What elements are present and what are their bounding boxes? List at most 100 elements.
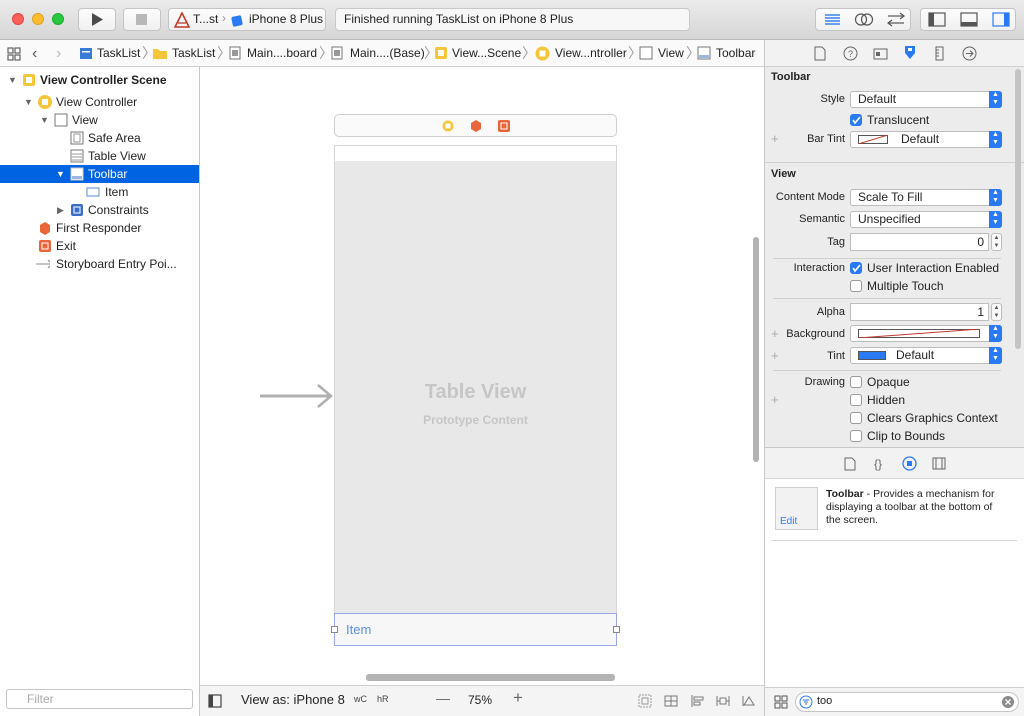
media-library-icon[interactable] — [932, 457, 946, 470]
disclosure-open-icon[interactable]: ▼ — [24, 93, 33, 111]
file-template-library-icon[interactable] — [843, 457, 857, 471]
multiple-touch-checkbox[interactable] — [850, 280, 862, 292]
library-item-description: Toolbar - Provides a mechanism for displ… — [826, 488, 995, 526]
toolbar-item[interactable]: Item — [346, 622, 371, 637]
exit-icon[interactable] — [498, 120, 510, 132]
outline-toggle-icon[interactable] — [208, 694, 222, 708]
storyboard-canvas[interactable]: Table View Prototype Content Item — [200, 67, 764, 685]
outline-item-first-responder[interactable]: First Responder — [0, 219, 199, 237]
add-constraints-icon[interactable] — [716, 694, 730, 708]
outline-filter-input[interactable]: Filter — [6, 689, 193, 709]
entry-point-arrow-icon[interactable] — [258, 383, 334, 409]
interaction-label: Interaction — [793, 262, 845, 274]
table-view[interactable]: Table View Prototype Content — [335, 161, 616, 613]
back-button[interactable]: ‹ — [32, 40, 37, 67]
outline-scene-row[interactable]: ▼ View Controller Scene — [0, 71, 199, 89]
stop-button[interactable] — [123, 8, 161, 31]
embed-in-icon[interactable] — [638, 694, 652, 708]
view-controller-frame[interactable]: Table View Prototype Content Item — [331, 145, 620, 646]
disclosure-open-icon[interactable]: ▼ — [8, 71, 17, 89]
color-swatch-icon — [858, 329, 980, 338]
drawing-label: Drawing — [804, 376, 845, 388]
library-search-field[interactable]: too — [795, 692, 1019, 712]
size-inspector-icon[interactable] — [933, 46, 947, 61]
first-responder-icon[interactable] — [470, 120, 482, 132]
clears-graphics-checkbox[interactable] — [850, 412, 862, 424]
tint-popup[interactable]: Default ▲ ▼ — [850, 347, 1002, 364]
alpha-field[interactable]: 1 — [850, 303, 989, 321]
user-interaction-checkbox[interactable] — [850, 262, 862, 274]
zoom-out-button[interactable]: — — [436, 690, 450, 706]
bar-tint-popup[interactable]: Default ▲ ▼ — [850, 131, 1002, 148]
outline-item-constraints[interactable]: ▶ Constraints — [0, 201, 199, 219]
resolve-issues-icon[interactable] — [742, 694, 756, 708]
quick-help-icon[interactable]: ? — [843, 46, 858, 61]
related-items-icon[interactable] — [7, 47, 21, 61]
outline-item-table-view[interactable]: Table View — [0, 147, 199, 165]
background-color-popup[interactable]: ▲ ▼ — [850, 325, 1002, 342]
outline-item-exit[interactable]: Exit — [0, 237, 199, 255]
checkmark-icon — [852, 264, 861, 273]
resize-handle-right[interactable] — [613, 626, 620, 633]
zoom-in-button[interactable]: + — [513, 688, 523, 708]
clip-to-bounds-checkbox[interactable] — [850, 430, 862, 442]
color-swatch-icon — [858, 135, 888, 144]
first-responder-icon — [40, 222, 50, 235]
utilities-toggle-icon[interactable] — [985, 9, 1017, 30]
outline-item-view[interactable]: ▼ View — [0, 111, 199, 129]
tag-stepper[interactable]: ▲ ▼ — [991, 233, 1002, 251]
object-library-icon[interactable] — [902, 456, 917, 471]
edit-link[interactable]: Edit — [780, 516, 797, 527]
style-popup[interactable]: Default ▲ ▼ — [850, 91, 1002, 108]
scene-dock[interactable] — [334, 114, 617, 137]
zoom-window-button[interactable] — [52, 13, 64, 25]
disclosure-closed-icon[interactable]: ▶ — [57, 201, 64, 219]
add-variation-button[interactable]: + — [771, 392, 779, 407]
code-snippet-library-icon[interactable]: {} — [872, 456, 888, 471]
tag-field[interactable]: 0 — [850, 233, 989, 251]
clear-search-icon[interactable] — [1002, 696, 1014, 708]
run-button[interactable] — [78, 8, 116, 31]
minimize-window-button[interactable] — [32, 13, 44, 25]
outline-item-view-controller[interactable]: ▼ View Controller — [0, 93, 199, 111]
view-as-device-button[interactable]: View as: iPhone 8 — [241, 692, 345, 707]
forward-button[interactable]: › — [56, 40, 61, 67]
scene-icon — [435, 47, 447, 59]
outline-item-bar-item[interactable]: Item — [0, 183, 199, 201]
toolbar-selected[interactable]: Item — [331, 613, 620, 646]
disclosure-open-icon[interactable]: ▼ — [56, 165, 65, 183]
outline-item-toolbar[interactable]: ▼ Toolbar — [0, 165, 199, 183]
debug-area-toggle-icon[interactable] — [953, 9, 985, 30]
alpha-stepper[interactable]: ▲ ▼ — [991, 303, 1002, 321]
grid-view-icon[interactable] — [774, 695, 788, 709]
translucent-checkbox[interactable] — [850, 114, 862, 126]
scheme-selector[interactable]: T...st › iPhone 8 Plus — [168, 8, 326, 31]
vertical-scrollbar[interactable] — [753, 237, 759, 462]
semantic-popup[interactable]: Unspecified ▲ ▼ — [850, 211, 1002, 228]
opaque-checkbox[interactable] — [850, 376, 862, 388]
library-result-toolbar[interactable]: Edit Toolbar - Provides a mechanism for … — [771, 485, 1017, 541]
version-editor-icon[interactable] — [880, 9, 912, 30]
identity-inspector-icon[interactable] — [873, 46, 888, 61]
update-frames-icon[interactable] — [664, 694, 678, 708]
outline-item-entry-point[interactable]: Storyboard Entry Poi... — [0, 255, 199, 273]
hidden-checkbox[interactable] — [850, 394, 862, 406]
inspector-scrollbar[interactable] — [1015, 69, 1021, 349]
jump-bar: ‹ › TaskList 〉 TaskList 〉 Main....board … — [0, 40, 764, 67]
connections-inspector-icon[interactable] — [962, 46, 977, 61]
outline-item-safe-area[interactable]: Safe Area — [0, 129, 199, 147]
align-icon[interactable] — [690, 694, 704, 708]
navigator-toggle-icon[interactable] — [921, 9, 953, 30]
disclosure-open-icon[interactable]: ▼ — [40, 111, 49, 129]
horizontal-scrollbar[interactable] — [366, 674, 615, 681]
close-window-button[interactable] — [12, 13, 24, 25]
assistant-editor-icon[interactable] — [848, 9, 880, 30]
attributes-inspector-icon[interactable] — [902, 45, 918, 61]
content-mode-popup[interactable]: Scale To Fill ▲ ▼ — [850, 189, 1002, 206]
view-controller-icon — [38, 95, 52, 109]
standard-editor-icon[interactable] — [816, 9, 848, 30]
library-search-value: too — [817, 695, 833, 707]
resize-handle-left[interactable] — [331, 626, 338, 633]
file-inspector-icon[interactable] — [813, 46, 827, 61]
view-controller-icon[interactable] — [442, 120, 454, 132]
